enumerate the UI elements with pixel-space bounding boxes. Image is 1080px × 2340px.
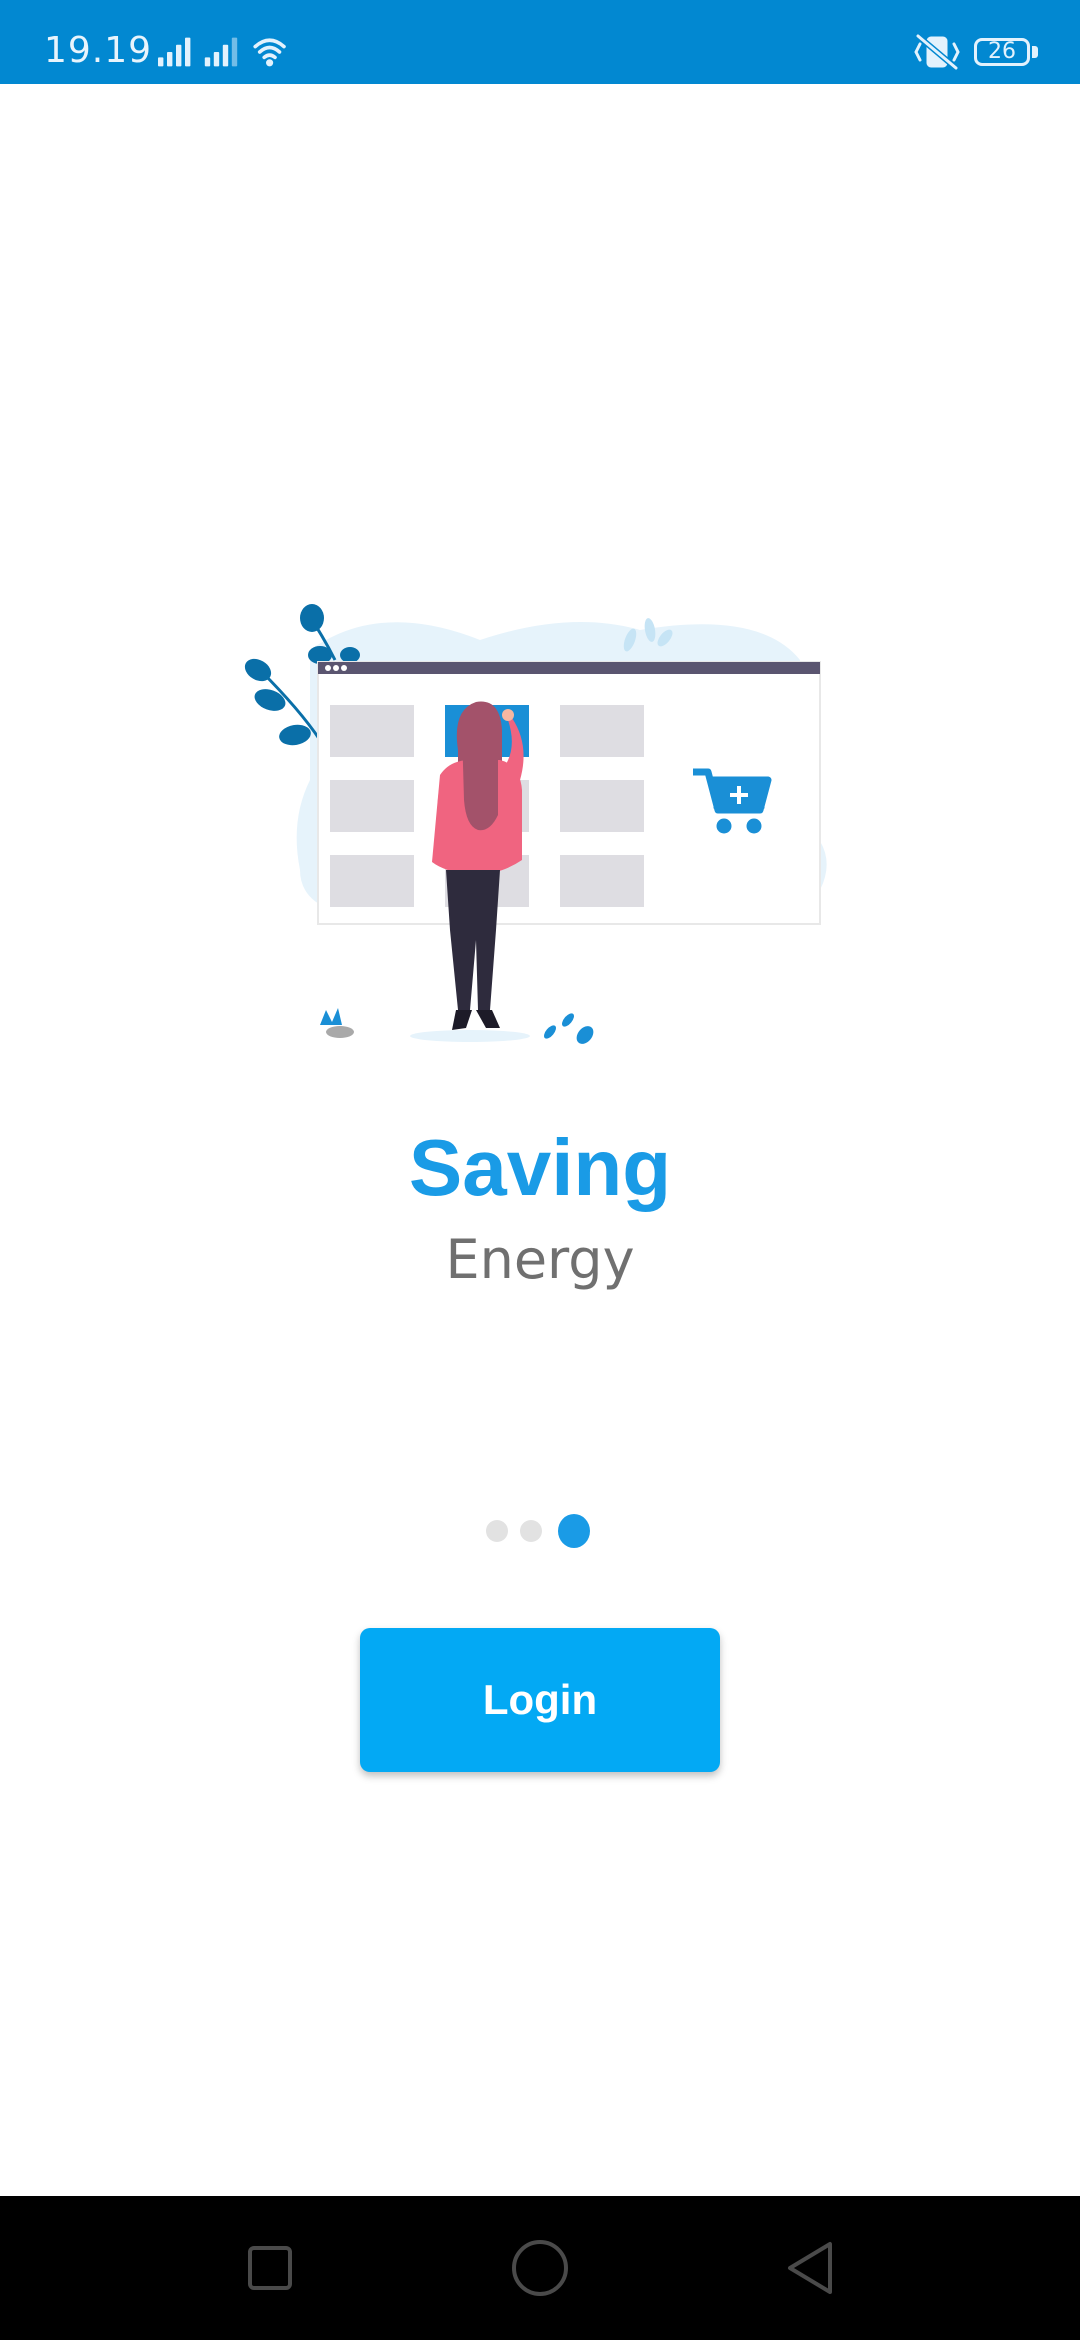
status-bar: 19.19 26 — [0, 0, 1080, 84]
triangle-back-icon[interactable] — [782, 2238, 842, 2298]
battery-icon: 26 — [974, 38, 1030, 66]
shopping-illustration — [244, 604, 827, 1044]
battery-tip — [1032, 46, 1038, 58]
signal-icon — [158, 37, 191, 67]
onboarding-title: Saving — [408, 1123, 672, 1212]
signal-icons — [158, 37, 286, 67]
signal-icon — [204, 37, 238, 67]
circle-icon[interactable] — [510, 2238, 570, 2298]
system-nav-bar — [0, 2196, 1080, 2340]
onboarding-subtitle: Energy — [445, 1228, 635, 1291]
square-icon[interactable] — [246, 2238, 296, 2298]
page-dot-active[interactable] — [558, 1514, 590, 1548]
page-indicator — [480, 1510, 600, 1550]
login-button[interactable]: Login — [360, 1628, 720, 1772]
page-dot[interactable] — [520, 1520, 542, 1542]
status-time: 19.19 — [44, 30, 153, 71]
vibrate-off-icon — [914, 33, 960, 71]
wifi-icon — [253, 38, 286, 67]
page-dot[interactable] — [486, 1520, 508, 1542]
